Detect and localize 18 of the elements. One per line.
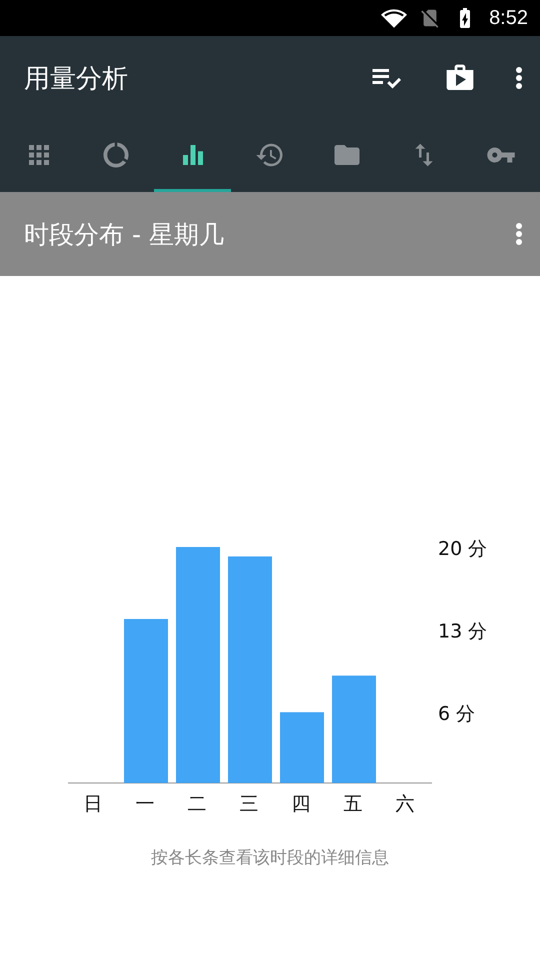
menu-icon <box>516 223 522 245</box>
axis-label: 五 <box>344 793 362 815</box>
menu-icon <box>516 67 522 89</box>
donut-icon <box>100 140 131 170</box>
axis-label: 四 <box>292 793 310 815</box>
menu-button[interactable] <box>516 67 522 89</box>
axis-label: 日 <box>84 793 102 815</box>
status-time: 8:52 <box>489 6 528 30</box>
axis-label: 六 <box>396 793 414 815</box>
section-title: 时段分布 - 星期几 <box>24 218 225 250</box>
hint-text: 按各长条查看该时段的详细信息 <box>151 847 389 869</box>
tick-label: 13 分 <box>438 620 488 643</box>
app-title: 用量分析 <box>24 62 129 96</box>
axis-label: 一 <box>136 793 154 815</box>
axis-label: 二 <box>188 793 206 815</box>
tick-label: 20 分 <box>438 538 488 560</box>
tick-label: 6 分 <box>438 703 476 726</box>
axis-label: 三 <box>240 793 258 815</box>
